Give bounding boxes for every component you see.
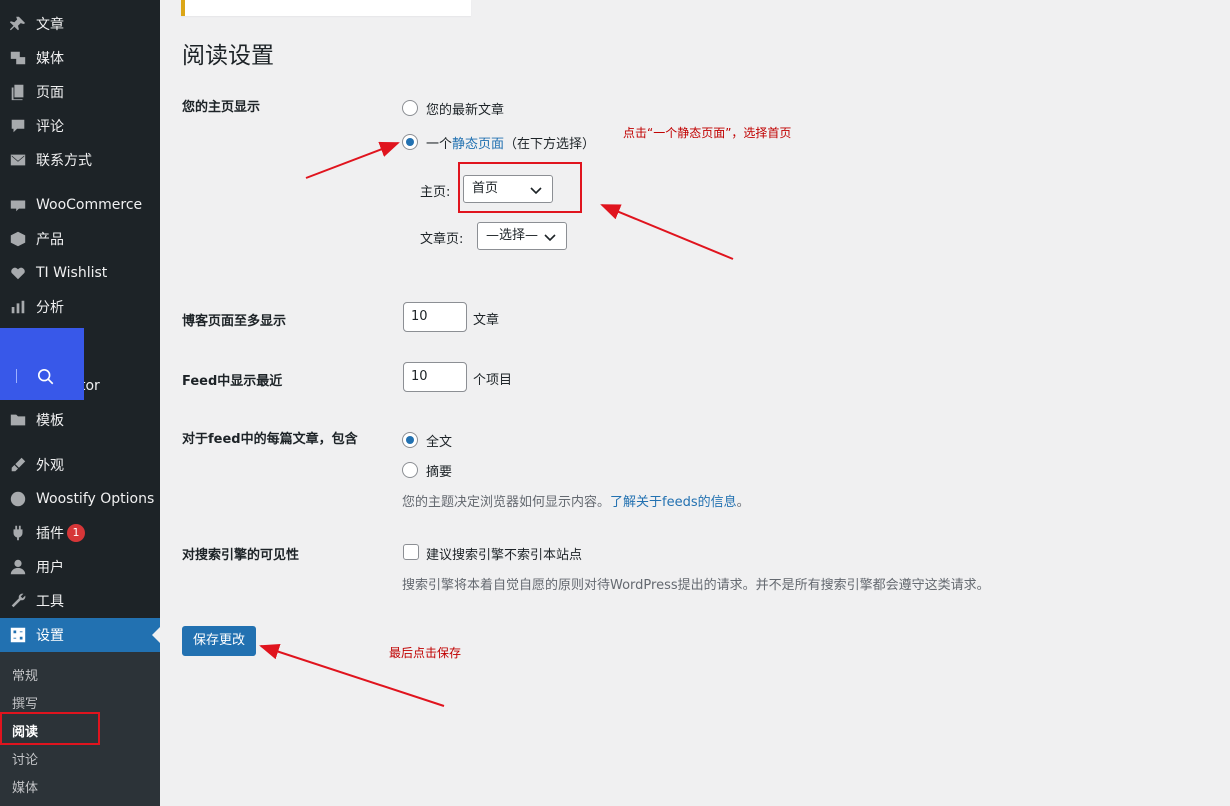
sidebar-item-label: 评论 [36, 119, 64, 135]
media-icon [8, 48, 28, 68]
latest-posts-label: 您的最新文章 [426, 103, 505, 118]
sidebar-item-products[interactable]: 产品 [0, 222, 160, 256]
feeds-info-link[interactable]: 了解关于feeds的信息 [610, 495, 737, 510]
user-icon [8, 557, 28, 577]
sidebar-item-label: 模板 [36, 413, 64, 429]
sidebar-item-analytics[interactable]: 分析 [0, 290, 160, 324]
summary-label: 摘要 [426, 465, 453, 480]
mail-icon [8, 150, 28, 170]
homepage-select-label: 主页: [420, 185, 451, 200]
latest-posts-radio[interactable] [402, 100, 418, 116]
static-page-label: 一个静态页面（在下方选择） [426, 137, 596, 152]
search-icon [37, 368, 54, 385]
feed-description: 您的主题决定浏览器如何显示内容。了解关于feeds的信息。 [402, 495, 750, 510]
sidebar-item-templates[interactable]: 模板 [0, 403, 160, 437]
woo-icon [8, 195, 28, 215]
submenu-writing[interactable]: 撰写 [12, 693, 38, 712]
submenu-media[interactable]: 媒体 [12, 777, 38, 796]
page-icon [8, 82, 28, 102]
sidebar-item-comments[interactable]: 评论 [0, 109, 160, 143]
brush-icon [8, 455, 28, 475]
blog-pages-label: 博客页面至多显示 [182, 314, 287, 329]
sidebar-item-label: TI Wishlist [36, 265, 108, 281]
chart-icon [8, 297, 28, 317]
box-icon [8, 229, 28, 249]
homepage-highlight-box [458, 162, 582, 213]
save-annotation: 最后点击保存 [389, 646, 462, 660]
search-overlay-button[interactable] [0, 328, 84, 400]
sidebar-item-label: 用户 [36, 560, 64, 576]
admin-sidebar: 文章 媒体 页面 评论 联系方式 WooCommerce 产品 TI Wishl… [0, 0, 160, 806]
sidebar-item-tools[interactable]: 工具 [0, 584, 160, 618]
save-button[interactable]: 保存更改 [182, 626, 256, 656]
sidebar-item-pages[interactable]: 页面 [0, 75, 160, 109]
posts-per-page-unit: 文章 [473, 313, 500, 328]
full-text-label: 全文 [426, 435, 453, 450]
full-text-radio[interactable] [402, 432, 418, 448]
feed-recent-label: Feed中显示最近 [182, 374, 283, 389]
sidebar-item-label: 媒体 [36, 51, 64, 67]
homepage-display-label: 您的主页显示 [182, 100, 261, 115]
reading-highlight-box [0, 712, 100, 745]
submenu-discussion[interactable]: 讨论 [12, 749, 38, 768]
sidebar-item-label: 页面 [36, 85, 64, 101]
search-visibility-description: 搜索引擎将本着自觉自愿的原则对待WordPress提出的请求。并不是所有搜索引擎… [402, 578, 990, 593]
comment-icon [8, 116, 28, 136]
submenu-general[interactable]: 常规 [12, 665, 38, 684]
sidebar-item-label: 设置 [36, 628, 64, 644]
folder-icon [8, 410, 28, 430]
posts-page-select[interactable]: —选择— [477, 222, 567, 250]
sidebar-item-media[interactable]: 媒体 [0, 41, 160, 75]
pin-icon [8, 14, 28, 34]
arrow-to-homepage-select [600, 204, 734, 260]
wrench-icon [8, 591, 28, 611]
sidebar-item-label: 外观 [36, 458, 64, 474]
static-page-link[interactable]: 静态页面 [452, 137, 504, 152]
page-title: 阅读设置 [182, 43, 274, 69]
sidebar-item-plugins[interactable]: 插件 1 [0, 516, 160, 550]
search-visibility-label: 对搜索引擎的可见性 [182, 548, 300, 563]
discourage-search-label: 建议搜索引擎不索引本站点 [426, 548, 583, 563]
sidebar-item-label: Woostify Options [36, 491, 155, 507]
feed-items-input[interactable]: 10 [403, 362, 467, 392]
arrow-to-static-page [305, 141, 400, 179]
sidebar-item-appearance[interactable]: 外观 [0, 448, 160, 482]
sidebar-item-label: 插件 [36, 526, 64, 542]
posts-per-page-input[interactable]: 10 [403, 302, 467, 332]
summary-radio[interactable] [402, 462, 418, 478]
sidebar-item-settings[interactable]: 设置 [0, 618, 160, 652]
static-page-radio[interactable] [402, 134, 418, 150]
sidebar-item-users[interactable]: 用户 [0, 550, 160, 584]
static-page-annotation: 点击“一个静态页面”，选择首页 [623, 126, 792, 140]
sidebar-item-label: WooCommerce [36, 197, 143, 213]
annotation-arrows [259, 141, 734, 707]
discourage-search-checkbox[interactable] [403, 544, 419, 560]
sidebar-item-label: 联系方式 [36, 153, 92, 169]
sidebar-item-label: 分析 [36, 300, 64, 316]
woostify-icon [8, 489, 28, 509]
sidebar-item-contact[interactable]: 联系方式 [0, 143, 160, 177]
sidebar-item-woostify-options[interactable]: Woostify Options [0, 482, 160, 516]
heart-icon [8, 263, 28, 283]
sidebar-item-label: 文章 [36, 17, 64, 33]
sidebar-item-woocommerce[interactable]: WooCommerce [0, 188, 160, 222]
sidebar-item-label: 产品 [36, 232, 64, 248]
feed-items-unit: 个项目 [473, 373, 513, 388]
settings-icon [8, 625, 28, 645]
posts-page-select-label: 文章页: [420, 232, 464, 247]
feed-content-label: 对于feed中的每篇文章，包含 [182, 432, 358, 447]
sidebar-item-ti-wishlist[interactable]: TI Wishlist [0, 256, 160, 290]
update-count-badge: 1 [67, 524, 85, 542]
chevron-down-icon [544, 234, 556, 242]
plugin-icon [8, 523, 28, 543]
sidebar-item-posts[interactable]: 文章 [0, 7, 160, 41]
sidebar-item-label: 工具 [36, 594, 64, 610]
admin-notice [181, 0, 471, 16]
